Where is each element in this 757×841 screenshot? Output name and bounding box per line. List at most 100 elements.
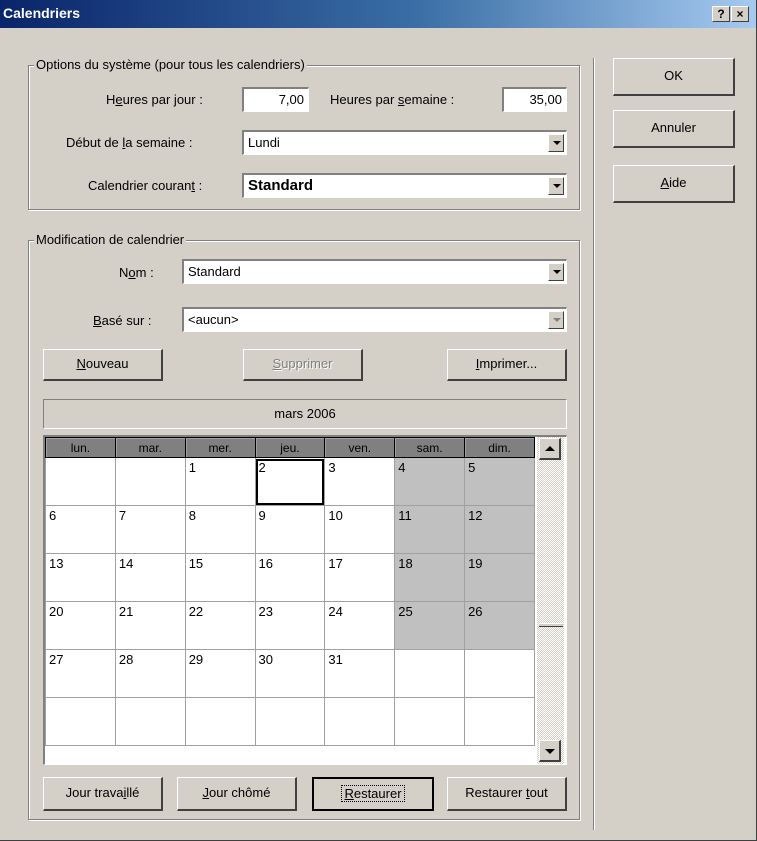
calendar-scrollbar[interactable] [537,437,564,764]
chevron-down-icon[interactable] [548,263,564,281]
working-day-button[interactable]: Jour travaillé [43,777,163,811]
day-cell[interactable]: 20 [45,601,116,650]
day-cell-nonworking[interactable]: 26 [464,601,535,650]
close-icon[interactable]: × [731,6,749,22]
calendar-week-row: 1 2 3 4 5 [45,457,535,506]
print-button[interactable]: Imprimer... [447,349,567,381]
day-cell-nonworking[interactable]: 4 [394,457,466,506]
calendar-table: lun. mar. mer. jeu. ven. sam. dim. 1 2 3… [45,437,535,746]
day-cell[interactable]: 23 [254,601,326,650]
day-cell[interactable]: 31 [324,649,396,698]
day-cell-nonworking[interactable]: 18 [394,553,466,602]
day-cell[interactable] [254,697,326,746]
restore-button[interactable]: Restaurer [312,777,434,811]
title-bar: Calendriers ? × [0,0,756,28]
hours-per-day-label: Heures par jour : [106,92,203,107]
help-button[interactable]: Aide [613,165,735,203]
month-title: mars 2006 [43,399,567,429]
day-cell[interactable] [464,649,535,698]
calendar-week-row: 6 7 8 9 10 11 12 [45,505,535,554]
weekday-header[interactable]: ven. [324,437,396,458]
day-cell[interactable]: 22 [184,601,256,650]
weekday-header[interactable]: jeu. [254,437,326,458]
scroll-up-icon[interactable] [539,438,561,460]
calendar-week-row: 20 21 22 23 24 25 26 [45,601,535,650]
day-cell-nonworking[interactable]: 25 [394,601,466,650]
day-cell[interactable]: 1 [184,457,256,506]
day-cell-selected[interactable]: 2 [254,457,326,506]
day-cell[interactable]: 10 [324,505,396,554]
day-cell[interactable]: 14 [114,553,186,602]
scroll-down-icon[interactable] [539,740,561,762]
new-button[interactable]: Nouveau [43,349,163,381]
week-start-value: Lundi [248,135,280,150]
day-cell[interactable] [464,697,535,746]
hours-per-week-input[interactable]: 35,00 [502,87,567,112]
day-cell-nonworking[interactable]: 12 [464,505,535,554]
day-cell[interactable] [394,649,466,698]
day-cell[interactable]: 3 [324,457,396,506]
day-cell-nonworking[interactable]: 19 [464,553,535,602]
based-on-value: <aucun> [188,312,239,327]
scroll-thumb[interactable] [539,623,563,627]
day-cell[interactable] [114,697,186,746]
day-cell[interactable]: 30 [254,649,326,698]
day-cell[interactable]: 27 [45,649,116,698]
day-cell[interactable]: 15 [184,553,256,602]
day-cell[interactable] [324,697,396,746]
current-calendar-select[interactable]: Standard [242,173,567,198]
weekday-header[interactable]: dim. [464,437,535,458]
day-cell[interactable]: 6 [45,505,116,554]
calendar-week-row: 13 14 15 16 17 18 19 [45,553,535,602]
week-start-label: Début de la semaine : [66,135,193,150]
ok-button[interactable]: OK [613,58,735,96]
vertical-separator [593,58,595,830]
day-cell[interactable]: 21 [114,601,186,650]
window-title: Calendriers [3,5,81,21]
current-calendar-label: Calendrier courant : [88,178,203,193]
weekday-header[interactable]: lun. [45,437,116,458]
name-label: Nom : [119,265,154,280]
day-cell[interactable]: 24 [324,601,396,650]
day-cell[interactable]: 28 [114,649,186,698]
day-cell[interactable] [114,457,186,506]
chevron-down-icon[interactable] [548,134,564,152]
day-cell[interactable] [394,697,466,746]
day-cell[interactable]: 9 [254,505,326,554]
chevron-down-icon[interactable] [548,311,564,329]
restore-all-button[interactable]: Restaurer tout [447,777,567,811]
nonworking-day-button[interactable]: Jour chômé [177,777,297,811]
day-cell[interactable]: 17 [324,553,396,602]
day-cell[interactable] [45,697,116,746]
day-cell-nonworking[interactable]: 5 [464,457,535,506]
weekday-header[interactable]: mer. [184,437,256,458]
day-cell-nonworking[interactable]: 11 [394,505,466,554]
day-cell[interactable] [184,697,256,746]
weekday-header[interactable]: sam. [394,437,466,458]
delete-button[interactable]: Supprimer [243,349,363,381]
based-on-select[interactable]: <aucun> [182,307,567,332]
week-start-select[interactable]: Lundi [242,130,567,155]
hours-per-week-label: Heures par semaine : [330,92,455,107]
day-cell[interactable]: 16 [254,553,326,602]
calendar-grid: lun. mar. mer. jeu. ven. sam. dim. 1 2 3… [43,435,567,765]
calendar-week-row: 27 28 29 30 31 [45,649,535,698]
calendar-edit-legend: Modification de calendrier [34,232,187,247]
calendar-week-row [45,697,535,746]
weekday-header-row: lun. mar. mer. jeu. ven. sam. dim. [45,437,535,458]
day-cell[interactable]: 7 [114,505,186,554]
chevron-down-icon[interactable] [548,177,564,195]
day-cell[interactable]: 13 [45,553,116,602]
day-cell[interactable] [45,457,116,506]
day-cell[interactable]: 29 [184,649,256,698]
hours-per-day-input[interactable]: 7,00 [242,87,309,112]
name-select[interactable]: Standard [182,259,567,284]
name-value: Standard [188,264,241,279]
help-title-button[interactable]: ? [712,6,730,22]
system-options-legend: Options du système (pour tous les calend… [34,57,307,72]
based-on-label: Basé sur : [93,313,152,328]
weekday-header[interactable]: mar. [114,437,186,458]
current-calendar-value: Standard [248,177,314,194]
day-cell[interactable]: 8 [184,505,256,554]
cancel-button[interactable]: Annuler [613,110,735,148]
